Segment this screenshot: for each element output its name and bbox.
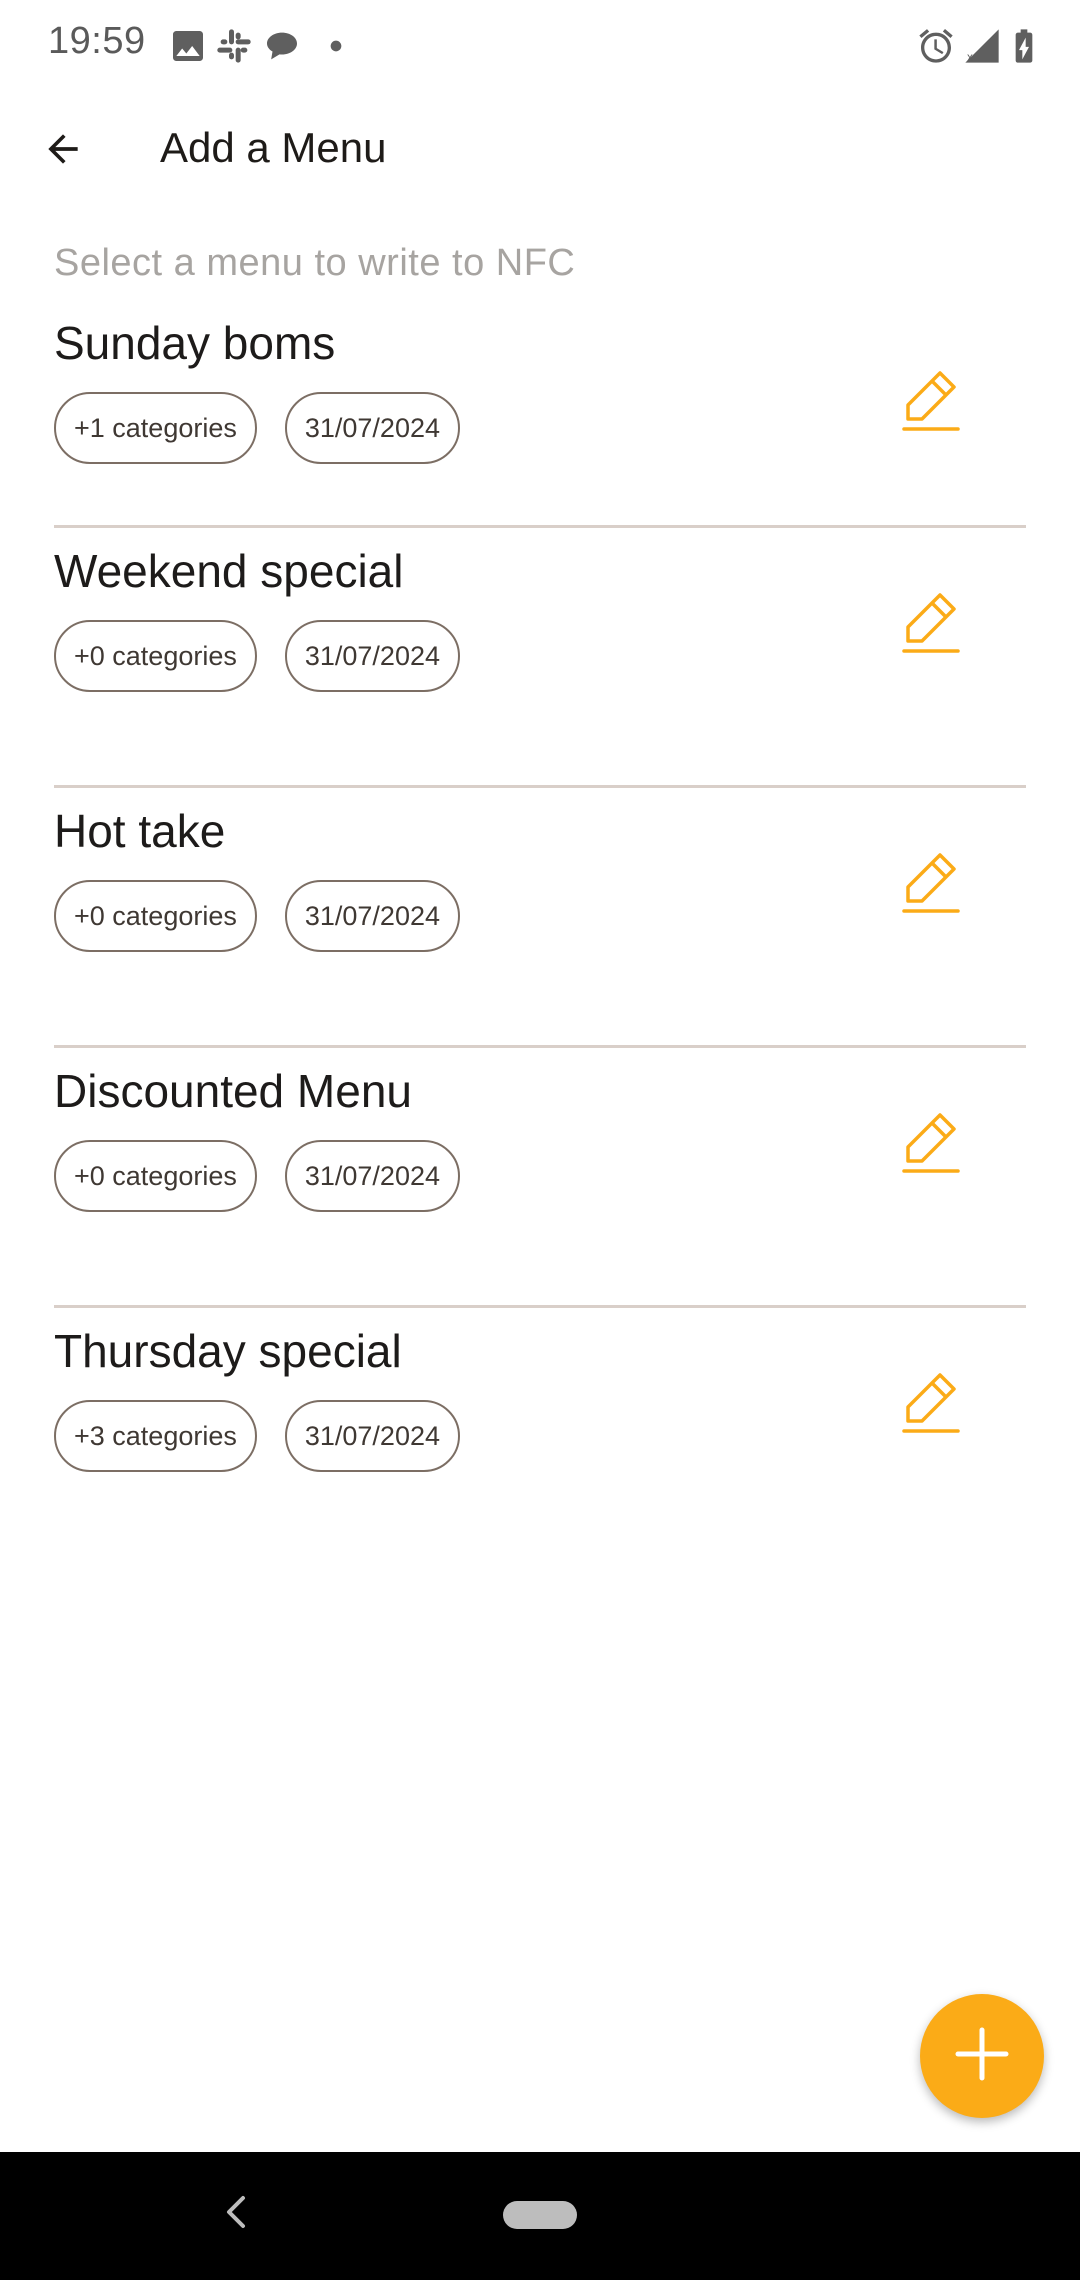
edit-menu-button[interactable] — [894, 1106, 970, 1182]
categories-chip[interactable]: +0 categories — [54, 620, 257, 692]
pencil-icon — [902, 367, 962, 438]
menu-item[interactable]: Thursday special +3 categories 31/07/202… — [0, 1308, 1080, 1568]
menu-chips: +0 categories 31/07/2024 — [54, 620, 460, 692]
system-home-pill[interactable] — [503, 2201, 577, 2229]
menu-list: Sunday boms +1 categories 31/07/2024 Wee… — [0, 300, 1080, 1568]
menu-item[interactable]: Discounted Menu +0 categories 31/07/2024 — [0, 1048, 1080, 1308]
menu-item[interactable]: Sunday boms +1 categories 31/07/2024 — [0, 300, 1080, 528]
app-bar: Add a Menu — [0, 90, 1080, 212]
menu-item[interactable]: Weekend special +0 categories 31/07/2024 — [0, 528, 1080, 788]
menu-chips: +0 categories 31/07/2024 — [54, 1140, 460, 1212]
pencil-icon — [902, 589, 962, 660]
page-title: Add a Menu — [160, 124, 387, 171]
menu-chips: +1 categories 31/07/2024 — [54, 392, 460, 464]
add-menu-button[interactable] — [920, 1994, 1044, 2118]
chevron-left-icon — [221, 2194, 251, 2235]
date-chip[interactable]: 31/07/2024 — [284, 1140, 460, 1212]
edit-menu-button[interactable] — [894, 1366, 970, 1442]
arrow-back-icon — [41, 127, 85, 176]
menu-chips: +0 categories 31/07/2024 — [54, 880, 460, 952]
screen: 19:59 x Add a Menu Select a menu to writ… — [0, 0, 1080, 2280]
edit-menu-button[interactable] — [894, 846, 970, 922]
menu-name: Discounted Menu — [54, 1065, 412, 1117]
pencil-icon — [902, 1109, 962, 1180]
categories-chip[interactable]: +0 categories — [54, 1140, 257, 1212]
menu-name: Thursday special — [54, 1325, 402, 1377]
slack-icon — [214, 26, 254, 66]
plus-icon — [954, 2026, 1010, 2087]
menu-name: Sunday boms — [54, 317, 336, 369]
alarm-icon — [916, 26, 956, 66]
back-button[interactable] — [30, 118, 96, 184]
menu-name: Hot take — [54, 805, 226, 857]
date-chip[interactable]: 31/07/2024 — [284, 1400, 460, 1472]
edit-menu-button[interactable] — [894, 586, 970, 662]
chat-bubble-icon — [262, 26, 302, 66]
categories-chip[interactable]: +1 categories — [54, 392, 257, 464]
date-chip[interactable]: 31/07/2024 — [284, 392, 460, 464]
svg-text:x: x — [967, 51, 973, 64]
system-back-button[interactable] — [214, 2192, 258, 2236]
date-chip[interactable]: 31/07/2024 — [284, 620, 460, 692]
battery-charging-icon — [1004, 26, 1044, 66]
pencil-icon — [902, 1369, 962, 1440]
signal-icon: x — [962, 26, 1002, 66]
subtitle: Select a menu to write to NFC — [54, 242, 576, 284]
dot-icon — [316, 26, 356, 66]
categories-chip[interactable]: +3 categories — [54, 1400, 257, 1472]
menu-name: Weekend special — [54, 545, 404, 597]
system-nav-bar — [0, 2152, 1080, 2280]
categories-chip[interactable]: +0 categories — [54, 880, 257, 952]
date-chip[interactable]: 31/07/2024 — [284, 880, 460, 952]
edit-menu-button[interactable] — [894, 364, 970, 440]
menu-chips: +3 categories 31/07/2024 — [54, 1400, 460, 1472]
pencil-icon — [902, 849, 962, 920]
status-bar: 19:59 x — [0, 0, 1080, 90]
menu-item[interactable]: Hot take +0 categories 31/07/2024 — [0, 788, 1080, 1048]
image-icon — [168, 26, 208, 66]
status-time: 19:59 — [48, 20, 146, 62]
